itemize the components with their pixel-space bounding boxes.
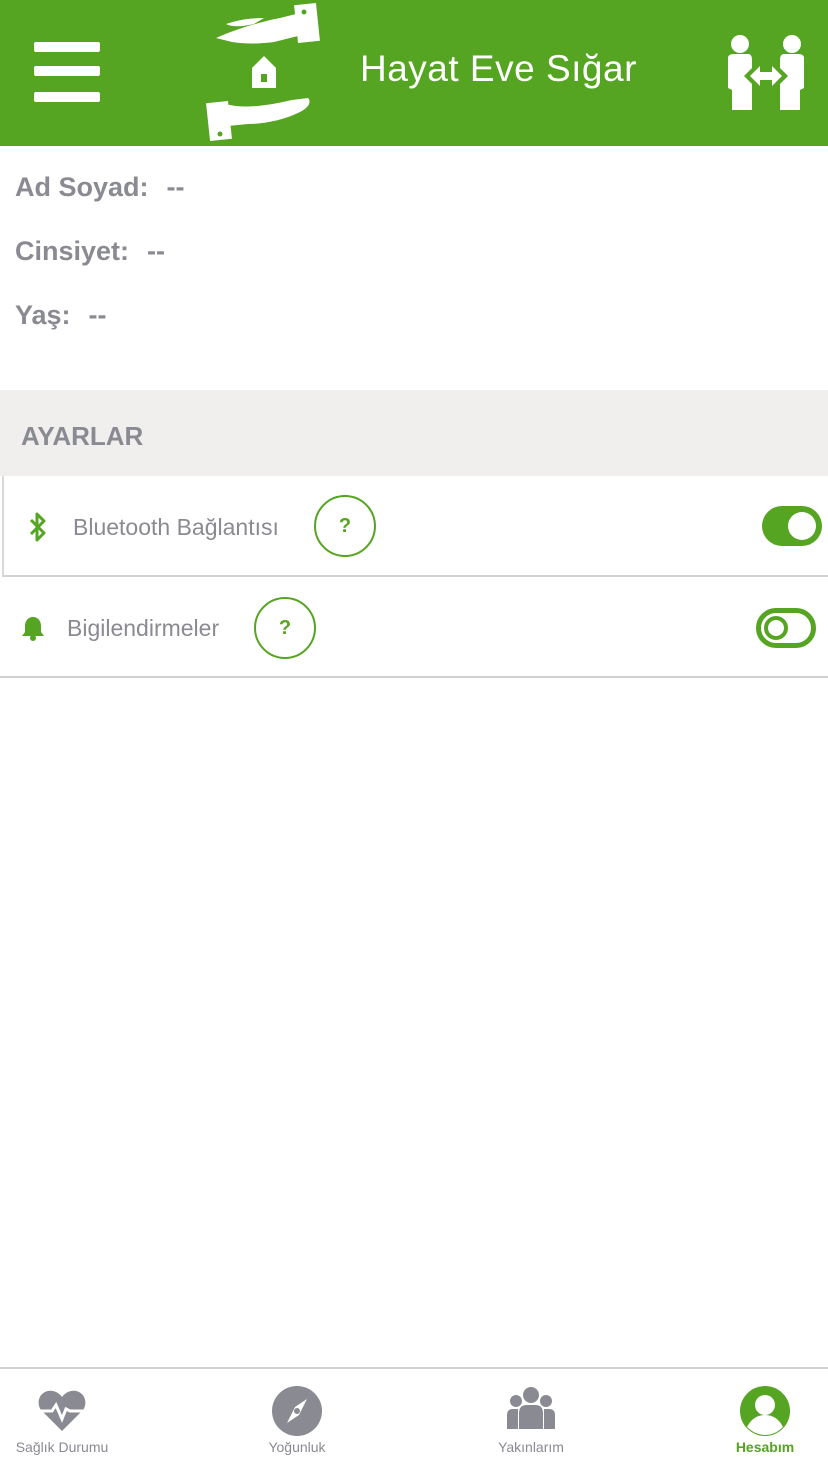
social-distance-icon[interactable] [724,34,808,114]
bluetooth-help-button[interactable]: ? [314,495,376,557]
gender-row: Cinsiyet: -- [15,236,165,267]
hamburger-menu-button[interactable] [34,42,100,102]
heart-pulse-icon [38,1390,86,1431]
bell-icon [22,617,44,641]
menu-bar [34,66,100,76]
tab-health-status[interactable]: Sağlık Durumu [0,1369,152,1472]
tab-account[interactable]: Hesabım [675,1369,828,1472]
settings-title: AYARLAR [21,421,144,451]
menu-bar [34,92,100,102]
name-value: -- [166,172,185,202]
gender-label: Cinsiyet: [15,236,130,266]
hands-house-logo [206,2,320,142]
app-title: Hayat Eve Sığar [360,48,637,89]
toggle-knob [764,616,788,640]
toggle-knob [788,512,816,540]
users-icon [507,1387,555,1429]
age-label: Yaş: [15,300,71,330]
app-header: Hayat Eve Sığar [0,0,828,146]
bluetooth-setting-label: Bluetooth Bağlantısı [73,514,279,540]
name-row: Ad Soyad: -- [15,172,185,203]
age-row: Yaş: -- [15,300,107,331]
notifications-toggle[interactable] [756,608,816,648]
menu-bar [34,42,100,52]
name-label: Ad Soyad: [15,172,149,202]
bottom-tab-bar: Sağlık Durumu Yoğunluk Yakınlarım Hesabı… [0,1367,828,1472]
age-value: -- [88,300,107,330]
notifications-help-button[interactable]: ? [254,597,316,659]
notifications-setting-label: Bigilendirmeler [67,615,220,641]
tab-contacts[interactable]: Yakınlarım [441,1369,621,1472]
tab-label: Hesabım [735,1439,795,1455]
user-circle-icon [740,1386,790,1436]
bluetooth-toggle[interactable] [762,506,822,546]
tab-density[interactable]: Yoğunluk [207,1369,387,1472]
tab-label: Yakınlarım [498,1439,564,1455]
compass-icon [272,1386,322,1436]
notifications-setting-row: Bigilendirmeler ? [0,577,828,678]
gender-value: -- [147,236,166,266]
bluetooth-icon [29,512,46,542]
tab-label: Yoğunluk [268,1439,326,1455]
bluetooth-setting-row: Bluetooth Bağlantısı ? [2,476,828,577]
profile-info: Ad Soyad: -- Cinsiyet: -- Yaş: -- [0,146,828,390]
tab-label: Sağlık Durumu [15,1439,109,1455]
settings-section-header: AYARLAR [0,390,828,476]
